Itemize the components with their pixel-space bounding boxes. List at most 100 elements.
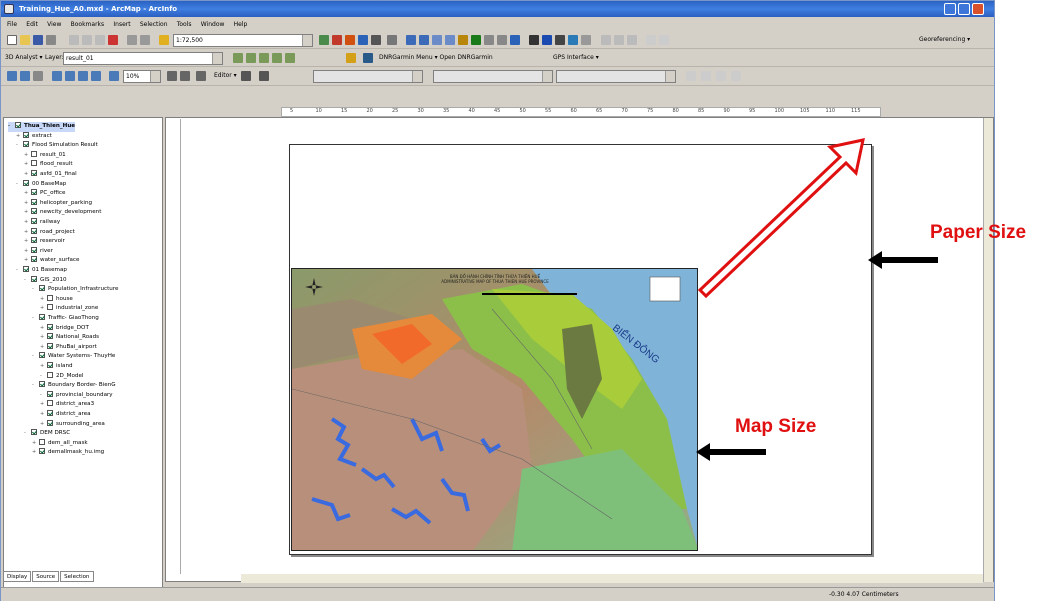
expand-toggle-icon[interactable]: + (24, 160, 29, 170)
layer-visibility-checkbox[interactable] (47, 400, 53, 407)
zoom-in-icon[interactable] (406, 35, 416, 45)
layer-visibility-checkbox[interactable] (47, 362, 53, 368)
expand-toggle-icon[interactable]: + (24, 256, 29, 266)
layer-visibility-checkbox[interactable] (47, 410, 53, 416)
layer-visibility-checkbox[interactable] (39, 381, 45, 388)
layer-visibility-checkbox[interactable] (31, 198, 37, 205)
fixed-zoom-out-icon[interactable] (445, 35, 455, 45)
toc-layer-item[interactable]: + PC_office (24, 189, 65, 199)
editor-tool-icon-3[interactable] (716, 71, 726, 81)
analyst-tool-icon-1[interactable] (233, 53, 243, 63)
toc-layer-item[interactable]: + railway (24, 218, 60, 228)
fixed-zoom-in-icon[interactable] (432, 35, 442, 45)
expand-toggle-icon[interactable]: - (40, 391, 45, 401)
pan-icon[interactable] (458, 35, 468, 45)
zoom-100-icon[interactable] (65, 71, 75, 81)
expand-toggle-icon[interactable]: + (40, 324, 45, 334)
model-builder-icon[interactable] (371, 35, 381, 45)
toc-layer-item[interactable]: - DEM DRSC (24, 429, 70, 439)
back-extent-icon[interactable] (484, 35, 494, 45)
paste-icon[interactable] (95, 35, 105, 45)
layer-visibility-checkbox[interactable] (39, 352, 45, 359)
georeferencing-menu[interactable]: Georeferencing ▾ (919, 36, 970, 43)
toc-layer-item[interactable]: - 2D_Model (40, 371, 83, 382)
layer-visibility-checkbox[interactable] (31, 275, 37, 282)
menu-tools[interactable]: Tools (177, 21, 192, 28)
save-icon[interactable] (33, 35, 43, 45)
expand-toggle-icon[interactable]: - (24, 276, 29, 286)
expand-toggle-icon[interactable]: - (16, 180, 21, 190)
expand-toggle-icon[interactable]: + (24, 228, 29, 238)
layer-visibility-checkbox[interactable] (31, 246, 37, 253)
layer-visibility-checkbox[interactable] (39, 314, 45, 320)
expand-toggle-icon[interactable]: - (16, 141, 21, 151)
tool-icon-3[interactable] (627, 35, 637, 45)
layer-visibility-checkbox[interactable] (23, 141, 29, 148)
redo-icon[interactable] (140, 35, 150, 45)
toc-layer-item[interactable]: - Flood Simulation Result (16, 141, 98, 151)
menu-file[interactable]: File (7, 21, 17, 28)
expand-toggle-icon[interactable]: + (24, 189, 29, 199)
new-document-icon[interactable] (7, 35, 17, 45)
map-scale-combo[interactable]: 1:72,500 (173, 34, 313, 47)
toc-layer-item[interactable]: + PhuBai_airport (40, 342, 97, 353)
analyst-tool-icon-5[interactable] (285, 53, 295, 63)
layer-visibility-checkbox[interactable] (23, 131, 29, 138)
maximize-button[interactable] (958, 3, 970, 15)
editor-tool-icon-1[interactable] (686, 71, 696, 81)
layer-visibility-checkbox[interactable] (47, 323, 53, 330)
expand-toggle-icon[interactable]: + (24, 247, 29, 257)
layer-visibility-checkbox[interactable] (47, 294, 53, 301)
edit-tool-icon[interactable] (241, 71, 251, 81)
toc-layer-item[interactable]: + road_project (24, 227, 75, 238)
expand-toggle-icon[interactable]: + (24, 199, 29, 209)
toc-layer-item[interactable]: + extract (16, 131, 52, 142)
identify-icon[interactable] (542, 35, 552, 45)
forward-extent-icon[interactable] (497, 35, 507, 45)
zoom-out-icon[interactable] (419, 35, 429, 45)
editor-tool-icon-4[interactable] (731, 71, 741, 81)
layer-visibility-checkbox[interactable] (31, 160, 37, 167)
layer-visibility-checkbox[interactable] (47, 333, 53, 340)
toc-layer-item[interactable]: + reservoir (24, 237, 65, 247)
measure-icon[interactable] (568, 35, 578, 45)
tab-source[interactable]: Source (32, 571, 60, 582)
find-icon[interactable] (555, 35, 565, 45)
toc-layer-item[interactable]: + district_area (40, 410, 91, 420)
layer-visibility-checkbox[interactable] (31, 170, 37, 176)
layer-visibility-checkbox[interactable] (31, 227, 37, 234)
menu-edit[interactable]: Edit (26, 21, 38, 28)
toc-layer-item[interactable]: - GIS_2010 (24, 275, 67, 286)
expand-toggle-icon[interactable]: + (40, 410, 45, 420)
layer-visibility-checkbox[interactable] (47, 371, 53, 378)
expand-toggle-icon[interactable]: + (40, 295, 45, 305)
expand-toggle-icon[interactable]: - (32, 381, 37, 391)
hyperlink-icon[interactable] (581, 35, 591, 45)
command-line-icon[interactable] (358, 35, 368, 45)
toc-layer-item[interactable]: - Traffic- GiaoThong (32, 314, 99, 324)
expand-toggle-icon[interactable]: + (16, 132, 21, 142)
expand-toggle-icon[interactable]: + (24, 170, 29, 180)
toc-layer-item[interactable]: + dem_all_mask (32, 438, 88, 449)
analyst-tool-icon-3[interactable] (259, 53, 269, 63)
layer-visibility-checkbox[interactable] (47, 342, 53, 349)
dnr-garmin-icon[interactable] (346, 53, 356, 63)
expand-toggle-icon[interactable]: + (24, 208, 29, 218)
change-layout-icon[interactable] (196, 71, 206, 81)
layer-visibility-checkbox[interactable] (31, 218, 37, 224)
menu-insert[interactable]: Insert (113, 21, 130, 28)
layout-zoom-out-icon[interactable] (20, 71, 30, 81)
toc-layer-item[interactable]: + demallmask_hu.img (32, 448, 104, 458)
toc-layer-item[interactable]: - Thua_Thien_Hue (8, 122, 76, 132)
expand-toggle-icon[interactable]: + (40, 343, 45, 353)
toc-layer-item[interactable]: + flood_result (24, 160, 73, 170)
menu-window[interactable]: Window (201, 21, 225, 28)
menu-bookmarks[interactable]: Bookmarks (71, 21, 105, 28)
editor-task-combo[interactable] (313, 70, 423, 83)
toc-layer-item[interactable]: + newcity_development (24, 208, 101, 218)
tab-selection[interactable]: Selection (60, 571, 94, 582)
toggle-draft-icon[interactable] (167, 71, 177, 81)
toc-layer-item[interactable]: + asfd_01_final (24, 170, 77, 180)
expand-toggle-icon[interactable]: - (32, 314, 37, 324)
toc-layer-item[interactable]: - 01 Basemap (16, 266, 67, 276)
